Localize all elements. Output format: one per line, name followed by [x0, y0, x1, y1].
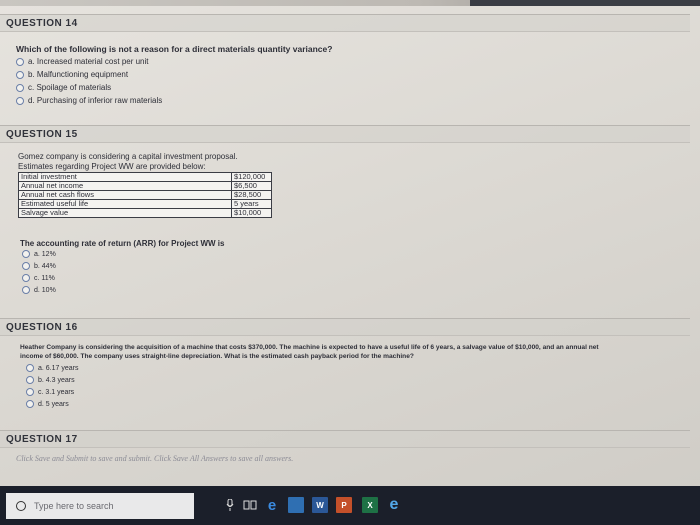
- q15-option-c[interactable]: c. 11%: [22, 274, 55, 282]
- q15-intro-line2: Estimates regarding Project WW are provi…: [18, 162, 206, 171]
- question-15-text: The accounting rate of return (ARR) for …: [20, 239, 225, 248]
- table-value: $10,000: [231, 208, 272, 218]
- question-16-heading: QUESTION 16: [0, 318, 690, 336]
- question-16-line1: Heather Company is considering the acqui…: [20, 344, 599, 351]
- radio-icon[interactable]: [22, 274, 30, 282]
- radio-icon[interactable]: [16, 70, 24, 79]
- project-estimates-table: Initial investment $120,000 Annual net in…: [18, 172, 272, 218]
- excel-icon[interactable]: X: [362, 497, 378, 513]
- radio-icon[interactable]: [26, 376, 34, 384]
- question-16-line2: income of $60,000. The company uses stra…: [20, 353, 414, 360]
- question-14-text: Which of the following is not a reason f…: [16, 44, 333, 54]
- edge-icon[interactable]: e: [264, 497, 280, 514]
- q14-option-d[interactable]: d. Purchasing of inferior raw materials: [16, 96, 162, 105]
- radio-icon[interactable]: [16, 57, 24, 66]
- radio-icon[interactable]: [22, 262, 30, 270]
- radio-icon[interactable]: [16, 96, 24, 105]
- radio-icon[interactable]: [26, 388, 34, 396]
- ie-icon[interactable]: e: [386, 496, 402, 513]
- store-icon[interactable]: [288, 497, 304, 513]
- q16-option-c[interactable]: c. 3.1 years: [26, 388, 74, 396]
- word-icon[interactable]: W: [312, 497, 328, 513]
- q15-option-a[interactable]: a. 12%: [22, 250, 56, 258]
- question-15-heading: QUESTION 15: [0, 125, 690, 143]
- q16-option-d[interactable]: d. 5 years: [26, 400, 69, 408]
- q14-option-b[interactable]: b. Malfunctioning equipment: [16, 70, 128, 79]
- table-label: Salvage value: [18, 208, 232, 218]
- save-instructions: Click Save and Submit to save and submit…: [16, 454, 294, 463]
- radio-icon[interactable]: [22, 250, 30, 258]
- table-row: Salvage value $10,000: [18, 208, 272, 218]
- question-14-heading: QUESTION 14: [0, 14, 690, 32]
- q15-option-d[interactable]: d. 10%: [22, 286, 56, 294]
- cortana-icon: [16, 500, 26, 511]
- q14-option-a[interactable]: a. Increased material cost per unit: [16, 57, 149, 66]
- radio-icon[interactable]: [22, 286, 30, 294]
- search-placeholder: Type here to search: [34, 500, 114, 511]
- taskbar-search-input[interactable]: Type here to search: [6, 492, 194, 519]
- powerpoint-icon[interactable]: P: [336, 497, 352, 513]
- radio-icon[interactable]: [26, 364, 34, 372]
- q16-option-a[interactable]: a. 6.17 years: [26, 364, 78, 372]
- microphone-icon[interactable]: [222, 497, 238, 513]
- q14-option-c[interactable]: c. Spoilage of materials: [16, 83, 111, 92]
- quiz-page: QUESTION 14 Which of the following is no…: [0, 6, 700, 486]
- q16-option-b[interactable]: b. 4.3 years: [26, 376, 75, 384]
- question-17-heading: QUESTION 17: [0, 430, 690, 448]
- radio-icon[interactable]: [26, 400, 34, 408]
- task-view-icon[interactable]: [242, 497, 258, 513]
- q15-option-b[interactable]: b. 44%: [22, 262, 56, 270]
- radio-icon[interactable]: [16, 83, 24, 92]
